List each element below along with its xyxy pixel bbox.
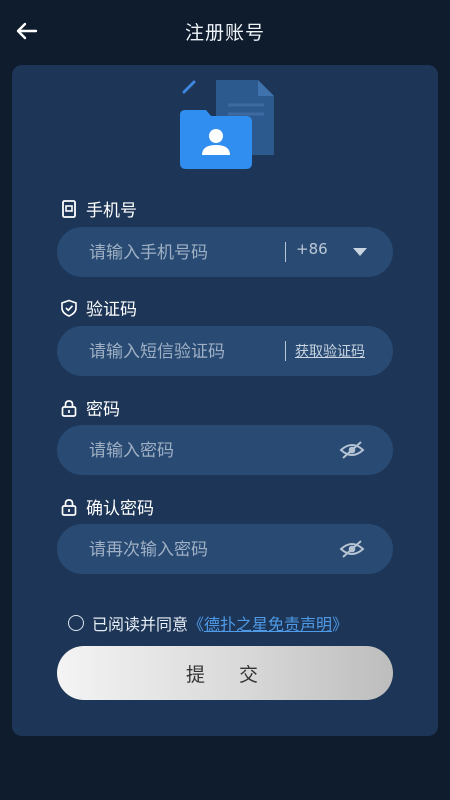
verify-label-text: 验证码	[86, 300, 137, 320]
password-input[interactable]	[87, 425, 281, 477]
register-card: 手机号 +86 验证码 获取验证码 密码	[12, 65, 438, 736]
confirm-password-input[interactable]	[87, 524, 281, 576]
chevron-down-icon[interactable]	[353, 248, 367, 256]
verify-label: 验证码	[60, 295, 137, 320]
phone-input[interactable]	[87, 227, 281, 279]
phone-label-text: 手机号	[86, 201, 137, 221]
bracket-open: 《	[188, 615, 205, 634]
shield-check-icon	[61, 299, 77, 317]
country-code[interactable]: +86	[296, 240, 328, 258]
user-folder-illustration-icon	[180, 80, 274, 169]
phone-field: +86	[57, 227, 393, 279]
confirm-password-label-text: 确认密码	[86, 499, 154, 519]
submit-button[interactable]: 提 交	[57, 646, 393, 700]
bracket-close: 》	[332, 615, 349, 634]
disclaimer-link-text[interactable]: 德扑之星免责声明	[204, 615, 332, 634]
confirm-password-field	[57, 524, 393, 576]
phone-icon	[62, 199, 76, 218]
eye-hidden-icon[interactable]	[339, 439, 365, 461]
password-label-text: 密码	[86, 400, 120, 420]
divider	[285, 341, 286, 361]
disclaimer-link[interactable]: 《德扑之星免责声明》	[188, 611, 348, 635]
lock-icon	[61, 498, 77, 516]
verify-code-input[interactable]	[87, 326, 281, 378]
phone-label: 手机号	[60, 196, 137, 221]
agreement-text: 已阅读并同意	[92, 615, 189, 634]
divider	[285, 242, 286, 262]
verify-field: 获取验证码	[57, 326, 393, 378]
agreement-radio[interactable]	[68, 615, 84, 631]
get-code-button[interactable]: 获取验证码	[295, 341, 365, 361]
page-title: 注册账号	[184, 22, 265, 44]
top-bar: 注册账号	[0, 0, 450, 62]
eye-hidden-icon[interactable]	[339, 538, 365, 560]
agreement-row: 已阅读并同意 《德扑之星免责声明》	[68, 611, 348, 635]
lock-icon	[61, 399, 77, 417]
confirm-password-label: 确认密码	[60, 494, 154, 519]
password-field	[57, 425, 393, 477]
password-label: 密码	[60, 395, 120, 420]
